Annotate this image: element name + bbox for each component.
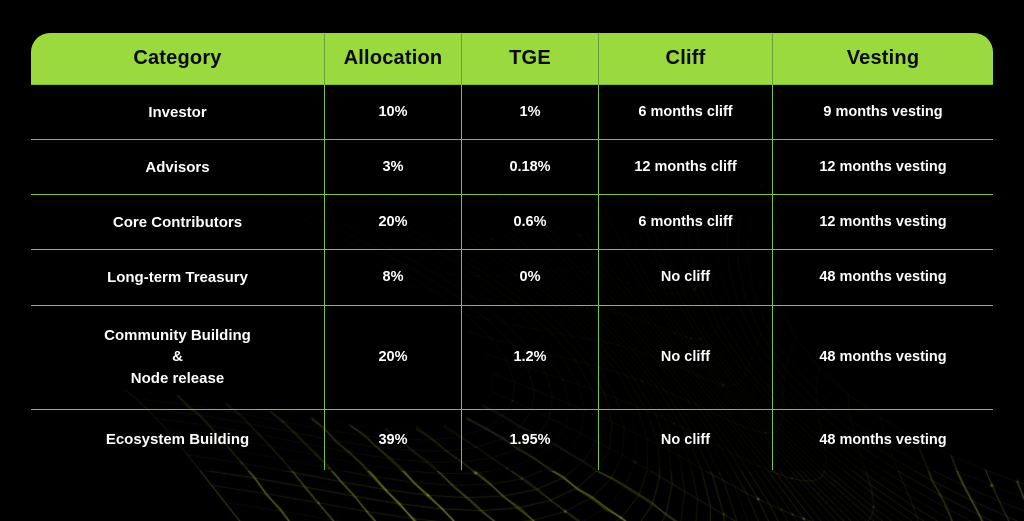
- cell-category-line-2: &: [172, 348, 183, 366]
- cell-allocation: 39%: [324, 408, 462, 470]
- cell-vesting: 9 months vesting: [772, 83, 993, 140]
- cell-category: Core Contributors: [31, 194, 325, 250]
- cell-category: Advisors: [31, 139, 325, 195]
- cell-tge: 0.6%: [461, 194, 599, 250]
- table-row: Core Contributors 20% 0.6% 6 months clif…: [31, 194, 993, 250]
- cell-category-line-1: Community Building: [104, 326, 251, 344]
- cell-tge: 0%: [461, 249, 599, 306]
- cell-cliff: No cliff: [598, 408, 773, 470]
- cell-category: Ecosystem Building: [31, 408, 325, 470]
- cell-category-line-3: Node release: [130, 370, 225, 388]
- column-header-cliff: Cliff: [598, 33, 773, 85]
- column-header-vesting: Vesting: [772, 33, 993, 85]
- header-row: Category Allocation TGE Cliff Vesting: [31, 33, 993, 85]
- tokenomics-vesting-table: Category Allocation TGE Cliff Vesting In…: [30, 32, 994, 471]
- table-header: Category Allocation TGE Cliff Vesting: [31, 33, 993, 85]
- cell-category: Long-term Treasury: [31, 249, 325, 306]
- cell-allocation: 3%: [324, 139, 462, 195]
- table-body: Investor 10% 1% 6 months cliff 9 months …: [31, 83, 993, 470]
- cell-allocation: 20%: [324, 194, 462, 250]
- cell-tge: 0.18%: [461, 139, 599, 195]
- cell-tge: 1.95%: [461, 408, 599, 470]
- column-header-category: Category: [31, 33, 325, 85]
- cell-cliff: 12 months cliff: [598, 139, 773, 195]
- cell-category: Community Building & Node release: [31, 304, 325, 410]
- column-header-tge: TGE: [461, 33, 599, 85]
- table-row: Community Building & Node release 20% 1.…: [31, 304, 993, 410]
- cell-vesting: 12 months vesting: [772, 139, 993, 195]
- table-row: Advisors 3% 0.18% 12 months cliff 12 mon…: [31, 139, 993, 195]
- column-header-allocation: Allocation: [324, 33, 462, 85]
- table-row: Long-term Treasury 8% 0% No cliff 48 mon…: [31, 249, 993, 306]
- cell-allocation: 10%: [324, 83, 462, 140]
- cell-cliff: 6 months cliff: [598, 194, 773, 250]
- cell-tge: 1%: [461, 83, 599, 140]
- cell-vesting: 48 months vesting: [772, 249, 993, 306]
- cell-vesting: 48 months vesting: [772, 304, 993, 410]
- cell-tge: 1.2%: [461, 304, 599, 410]
- table-row: Ecosystem Building 39% 1.95% No cliff 48…: [31, 408, 993, 470]
- cell-cliff: 6 months cliff: [598, 83, 773, 140]
- cell-cliff: No cliff: [598, 249, 773, 306]
- cell-allocation: 20%: [324, 304, 462, 410]
- cell-category: Investor: [31, 83, 325, 140]
- cell-vesting: 48 months vesting: [772, 408, 993, 470]
- cell-cliff: No cliff: [598, 304, 773, 410]
- cell-allocation: 8%: [324, 249, 462, 306]
- tokenomics-table-container: Category Allocation TGE Cliff Vesting In…: [30, 32, 994, 471]
- cell-vesting: 12 months vesting: [772, 194, 993, 250]
- table-row: Investor 10% 1% 6 months cliff 9 months …: [31, 83, 993, 140]
